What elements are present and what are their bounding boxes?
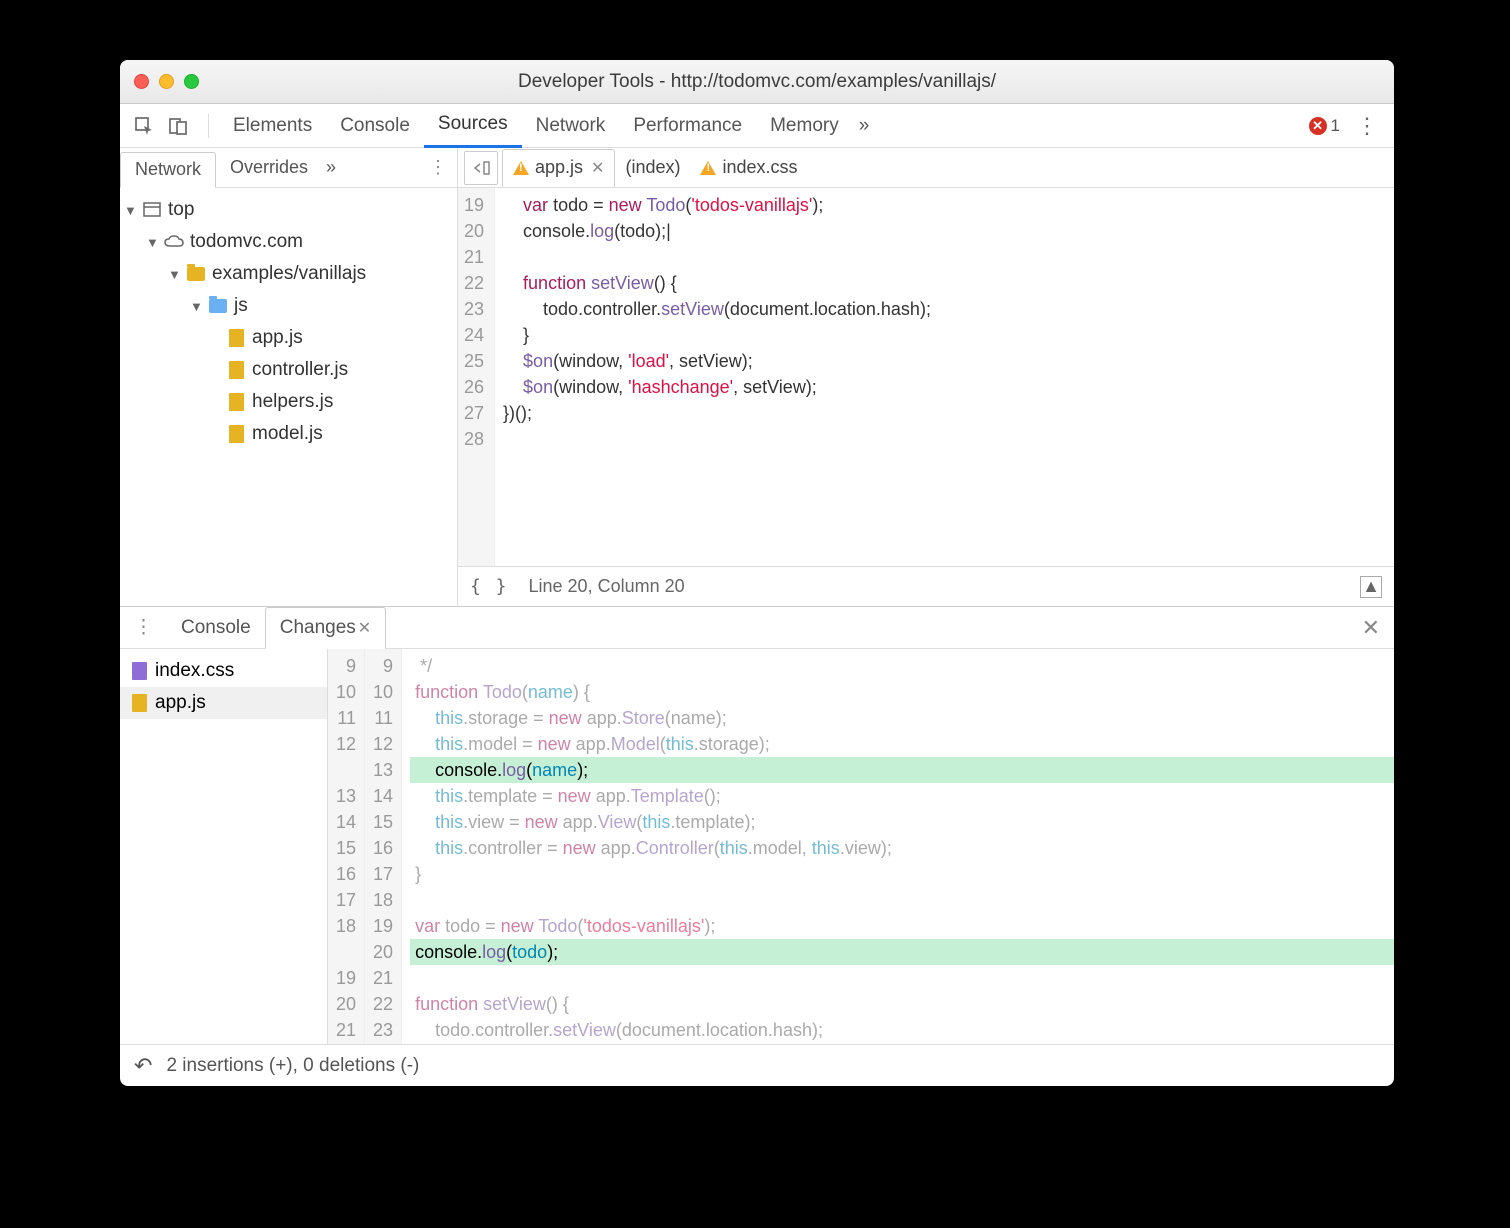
changes-file-item[interactable]: index.css: [120, 655, 327, 687]
drawer-tab-console[interactable]: Console: [167, 607, 265, 649]
tree-file[interactable]: model.js: [120, 418, 457, 450]
diff-gutter-old: 9101112 131415161718 192021: [328, 649, 365, 1044]
cursor-position: Line 20, Column 20: [529, 576, 685, 597]
pretty-print-button[interactable]: { }: [470, 576, 509, 597]
tree-file-label: controller.js: [252, 359, 348, 381]
panel-tab-network[interactable]: Network: [522, 104, 620, 148]
file-icon: [226, 424, 246, 444]
file-icon: [226, 328, 246, 348]
settings-menu-icon[interactable]: ⋮: [1350, 113, 1384, 139]
error-count-badge[interactable]: ✕ 1: [1309, 116, 1340, 136]
close-tab-icon[interactable]: ✕: [358, 618, 371, 638]
changes-file-label: app.js: [155, 692, 206, 714]
file-tree[interactable]: ▼ top ▼ todomvc.com ▼ examples/vanillajs…: [120, 188, 457, 606]
tree-file[interactable]: helpers.js: [120, 386, 457, 418]
tree-file[interactable]: app.js: [120, 322, 457, 354]
tree-subfolder[interactable]: ▼ js: [120, 290, 457, 322]
titlebar: Developer Tools - http://todomvc.com/exa…: [120, 60, 1394, 104]
diff-code: */ function Todo(name) { this.storage = …: [402, 649, 1394, 1044]
inspect-element-icon[interactable]: [130, 112, 158, 140]
folder-icon: [208, 296, 228, 316]
revert-icon[interactable]: ↶: [134, 1053, 152, 1079]
editor-tab[interactable]: index.css: [690, 149, 807, 187]
device-toolbar-icon[interactable]: [164, 112, 192, 140]
changes-statusbar: ↶ 2 insertions (+), 0 deletions (-): [120, 1044, 1394, 1086]
navigator-tab-network[interactable]: Network: [120, 152, 216, 188]
editor-gutter: 19202122232425262728: [458, 188, 495, 566]
tree-subfolder-label: js: [234, 295, 248, 317]
panel-tab-memory[interactable]: Memory: [756, 104, 853, 148]
editor-statusbar: { } Line 20, Column 20 ▲: [458, 566, 1394, 606]
file-icon: [132, 662, 147, 680]
traffic-lights: [134, 74, 199, 89]
warning-icon: [700, 161, 716, 175]
file-icon: [226, 360, 246, 380]
changes-summary: 2 insertions (+), 0 deletions (-): [166, 1055, 419, 1077]
editor-nav-button[interactable]: [464, 151, 498, 185]
editor-tab-label: index.css: [722, 157, 797, 178]
panel-tab-console[interactable]: Console: [326, 104, 424, 148]
editor-tab[interactable]: (index): [615, 149, 690, 187]
navigator-overflow-icon[interactable]: »: [326, 157, 336, 178]
editor-tab-label: app.js: [535, 157, 583, 178]
tree-file-label: app.js: [252, 327, 303, 349]
tree-root-label: top: [168, 199, 194, 221]
diff-view[interactable]: 9101112 131415161718 192021 910111213141…: [328, 649, 1394, 1044]
editor-tab-label: (index): [625, 157, 680, 178]
file-icon: [132, 694, 147, 712]
panel-tab-elements[interactable]: Elements: [219, 104, 326, 148]
drawer-tab-changes[interactable]: Changes ✕: [265, 607, 386, 649]
code-editor[interactable]: 19202122232425262728 var todo = new Todo…: [458, 188, 1394, 566]
navigator-tabs: NetworkOverrides » ⋮: [120, 148, 457, 188]
minimize-window-button[interactable]: [159, 74, 174, 89]
tree-folder[interactable]: ▼ examples/vanillajs: [120, 258, 457, 290]
changes-file-item[interactable]: app.js: [120, 687, 327, 719]
window-title: Developer Tools - http://todomvc.com/exa…: [120, 71, 1394, 93]
cloud-icon: [164, 232, 184, 252]
zoom-window-button[interactable]: [184, 74, 199, 89]
drawer-close-icon[interactable]: ✕: [1362, 615, 1394, 641]
window-icon: [142, 200, 162, 220]
divider: [208, 114, 209, 138]
close-tab-icon[interactable]: ✕: [591, 158, 604, 178]
error-icon: ✕: [1309, 117, 1327, 135]
diff-gutter-new: 91011121314151617181920212223: [365, 649, 402, 1044]
devtools-window: Developer Tools - http://todomvc.com/exa…: [120, 60, 1394, 1086]
editor-code[interactable]: var todo = new Todo('todos-vanillajs'); …: [495, 188, 1394, 566]
tree-root[interactable]: ▼ top: [120, 194, 457, 226]
close-window-button[interactable]: [134, 74, 149, 89]
tree-file[interactable]: controller.js: [120, 354, 457, 386]
tabs-overflow-icon[interactable]: »: [859, 115, 870, 137]
file-icon: [226, 392, 246, 412]
tree-file-label: model.js: [252, 423, 323, 445]
main-toolbar: ElementsConsoleSourcesNetworkPerformance…: [120, 104, 1394, 148]
navigator-pane: NetworkOverrides » ⋮ ▼ top ▼ todomvc.com…: [120, 148, 458, 606]
drawer-menu-icon[interactable]: ⋮: [120, 616, 167, 639]
tree-file-label: helpers.js: [252, 391, 333, 413]
warning-icon: [513, 161, 529, 175]
error-count: 1: [1331, 116, 1340, 136]
drawer-tabstrip: ⋮ ConsoleChanges ✕ ✕: [120, 607, 1394, 649]
drawer: ⋮ ConsoleChanges ✕ ✕ index.css app.js 910…: [120, 606, 1394, 1086]
folder-icon: [186, 264, 206, 284]
editor-pane: app.js ✕ (index) index.css 1920212223242526…: [458, 148, 1394, 606]
navigator-tab-overrides[interactable]: Overrides: [216, 148, 322, 188]
panel-tab-performance[interactable]: Performance: [619, 104, 756, 148]
coverage-toggle-icon[interactable]: ▲: [1360, 576, 1382, 598]
tree-folder-label: examples/vanillajs: [212, 263, 366, 285]
navigator-menu-icon[interactable]: ⋮: [429, 157, 457, 178]
panel-tab-sources[interactable]: Sources: [424, 104, 522, 148]
changes-file-label: index.css: [155, 660, 234, 682]
tree-origin-label: todomvc.com: [190, 231, 303, 253]
editor-tabstrip: app.js ✕ (index) index.css: [458, 148, 1394, 188]
changes-file-list[interactable]: index.css app.js: [120, 649, 328, 1044]
editor-tab[interactable]: app.js ✕: [502, 149, 615, 187]
tree-origin[interactable]: ▼ todomvc.com: [120, 226, 457, 258]
